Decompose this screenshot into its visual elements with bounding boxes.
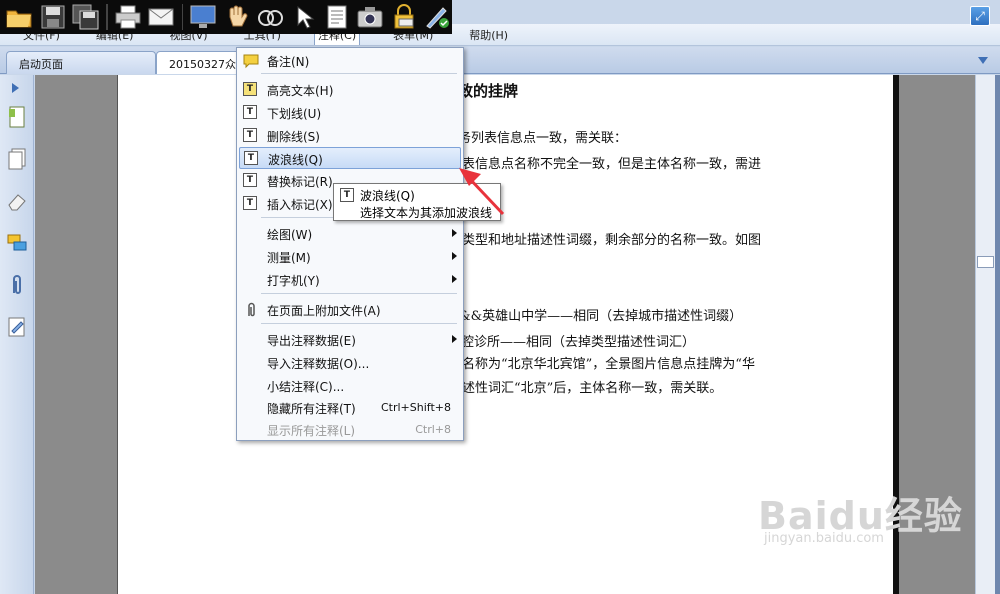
submenu-arrow-icon: [452, 229, 457, 237]
print-button[interactable]: [113, 2, 143, 32]
menu-item-export-comments[interactable]: 导出注释数据(E): [239, 329, 461, 351]
lock-icon: [394, 4, 414, 29]
fullscreen-button[interactable]: [188, 2, 218, 32]
document-line: 名称为“北京华北宾馆”，全景图片信息点挂牌为“华: [462, 357, 755, 372]
save-all-button[interactable]: [71, 2, 101, 32]
floppy-icon: [41, 5, 65, 29]
toolbar: [0, 0, 452, 34]
menu-separator: [261, 323, 457, 324]
select-tool-button[interactable]: [288, 2, 318, 32]
menu-item-import-comments[interactable]: 导入注释数据(O)...: [239, 352, 461, 374]
signature-icon[interactable]: [6, 315, 28, 339]
pages-icon[interactable]: [6, 147, 28, 171]
sticky-note-icon: [243, 54, 259, 69]
menu-separator: [261, 293, 457, 294]
rms-button[interactable]: [388, 2, 418, 32]
tab-bar: 启动页面 20150327众包: [0, 47, 1000, 74]
document-line: &&英雄山中学——相同（去掉城市描述性词缀）: [459, 309, 743, 324]
text-select-icon: [258, 10, 284, 26]
watermark-url: jingyan.baidu.com: [764, 531, 884, 546]
shortcut-hint: Ctrl+Shift+8: [380, 401, 451, 414]
open-folder-button[interactable]: [4, 2, 34, 32]
menu-item-hide-all-comments[interactable]: 隐藏所有注释(T) Ctrl+Shift+8: [239, 397, 461, 419]
menu-item-highlight[interactable]: T 高亮文本(H): [239, 79, 461, 101]
toolbar-separator: [106, 4, 108, 30]
printer-icon: [115, 5, 141, 29]
document-icon: [327, 5, 347, 29]
left-navigation-rail: [0, 75, 34, 594]
multi-floppy-icon: [72, 4, 99, 30]
menu-item-note[interactable]: 备注(N): [239, 50, 461, 72]
email-button[interactable]: [146, 2, 176, 32]
tooltip-title: 波浪线(Q): [360, 189, 415, 203]
document-line: 类型和地址描述性词缀，剩余部分的名称一致。如图: [462, 233, 762, 248]
comments-icon[interactable]: [6, 231, 28, 255]
document-line: 腔诊所——相同（去掉类型描述性词汇）: [461, 335, 696, 350]
sign-button[interactable]: [422, 2, 452, 32]
menu-item-attach-file[interactable]: 在页面上附加文件(A): [239, 299, 461, 321]
save-button[interactable]: [37, 2, 67, 32]
document-line: 述性词汇“北京”后，主体名称一致，需关联。: [462, 381, 723, 396]
paperclip-icon: [248, 302, 255, 317]
window-border: [995, 75, 1000, 594]
highlight-text-icon: T: [243, 82, 259, 98]
envelope-icon: [148, 8, 174, 26]
cursor-icon: [297, 5, 315, 29]
hand-icon: [229, 5, 248, 27]
camera-icon: [357, 7, 383, 28]
toolbar-separator: [181, 4, 184, 30]
menu-help[interactable]: 帮助(H): [466, 27, 511, 45]
tab-start-page[interactable]: 启动页面: [6, 51, 156, 74]
comment-menu: 备注(N) T 高亮文本(H) T 下划线(U) T 删除线(S) T 波浪线(…: [236, 47, 464, 441]
underline-text-icon: T: [243, 105, 259, 121]
hand-tool-button[interactable]: [222, 2, 252, 32]
menu-item-measure[interactable]: 测量(M): [239, 246, 461, 268]
menu-item-squiggly[interactable]: T 波浪线(Q): [239, 147, 461, 169]
replace-text-icon: T: [243, 173, 259, 189]
submenu-arrow-icon: [452, 335, 457, 343]
menu-item-summarize-comments[interactable]: 小结注释(C)...: [239, 375, 461, 397]
document-heading: 致的挂牌: [458, 82, 519, 100]
menu-item-underline[interactable]: T 下划线(U): [239, 102, 461, 124]
select-text-button[interactable]: [255, 2, 285, 32]
baidu-watermark: Baidu经验 jingyan.baidu.com: [758, 485, 963, 546]
document-properties-button[interactable]: [322, 2, 352, 32]
snapshot-button[interactable]: [355, 2, 385, 32]
submenu-arrow-icon: [452, 275, 457, 283]
shortcut-hint: Ctrl+8: [415, 423, 451, 436]
expand-panel-arrow-icon[interactable]: [12, 83, 19, 93]
eraser-icon[interactable]: [6, 189, 28, 213]
paperclip-icon[interactable]: [6, 273, 28, 297]
insert-text-icon: T: [243, 196, 259, 212]
menu-item-strikeout[interactable]: T 删除线(S): [239, 125, 461, 147]
squiggly-text-icon: T: [340, 188, 354, 202]
folder-icon: [6, 10, 32, 28]
squiggly-text-icon: T: [244, 151, 260, 167]
vertical-scrollbar[interactable]: [975, 75, 995, 594]
submenu-arrow-icon: [452, 252, 457, 260]
menu-item-show-all-comments: 显示所有注释(L) Ctrl+8: [267, 423, 451, 438]
bookmark-icon[interactable]: [6, 105, 28, 129]
monitor-icon: [190, 5, 216, 28]
menu-item-typewriter[interactable]: 打字机(Y): [239, 269, 461, 291]
menu-separator: [261, 73, 457, 74]
tab-list-chevron-icon[interactable]: [978, 57, 988, 64]
menu-item-drawing[interactable]: 绘图(W): [239, 223, 461, 245]
red-arrow-annotation: [459, 168, 505, 216]
maximize-icon[interactable]: ⤢: [970, 6, 990, 26]
tab-document[interactable]: 20150327众包: [156, 51, 246, 74]
scrollbar-thumb[interactable]: [977, 256, 994, 268]
pen-check-icon: [426, 7, 449, 29]
document-line: 务列表信息点一致，需关联：: [458, 131, 628, 146]
strikeout-text-icon: T: [243, 128, 259, 144]
